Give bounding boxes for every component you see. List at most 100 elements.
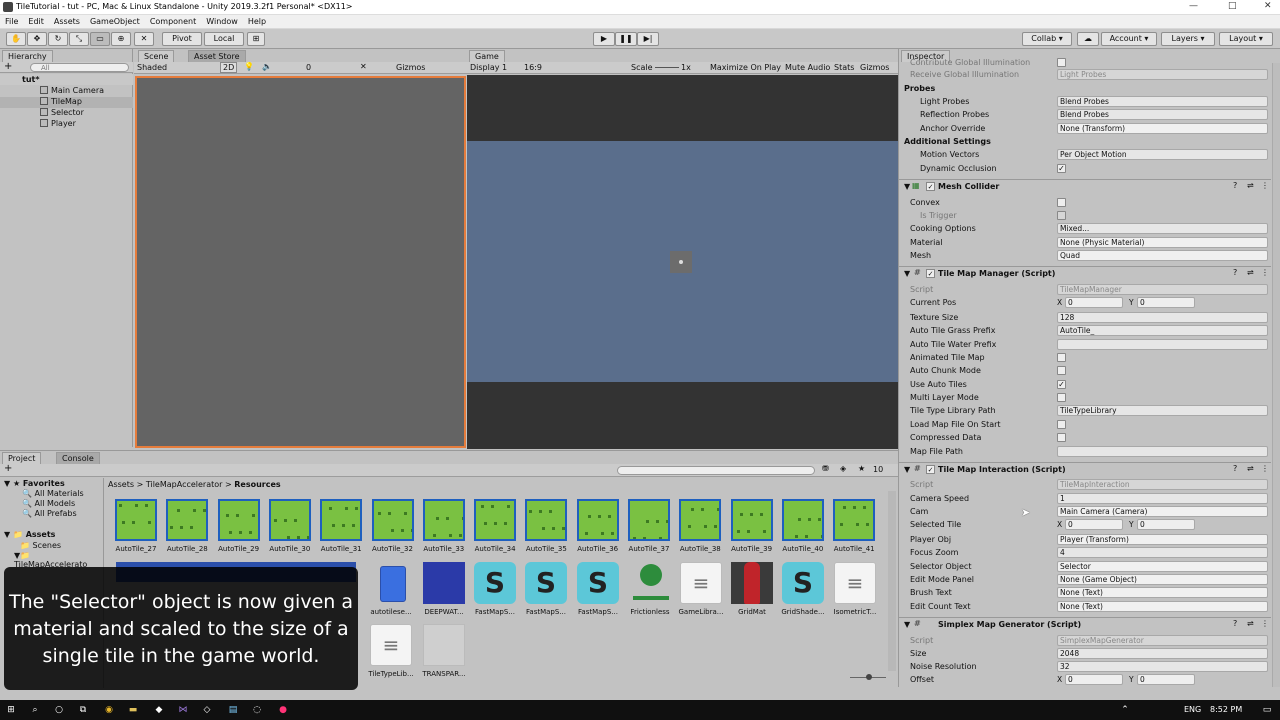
asset-autotile[interactable]: AutoTile_30: [266, 499, 314, 553]
tab-game[interactable]: Game: [469, 50, 505, 62]
asset-fastmaps-3[interactable]: S FastMapS...: [574, 562, 622, 616]
script-field[interactable]: TileMapInteraction: [1057, 479, 1268, 490]
breadcrumb-tilemapaccelerator[interactable]: TileMapAccelerator: [146, 480, 223, 489]
menu-icon[interactable]: ⋮: [1261, 181, 1269, 190]
cooking-options-dropdown[interactable]: Mixed...: [1057, 223, 1268, 234]
hierarchy-item-player[interactable]: Player: [40, 119, 76, 128]
asset-fastmaps-1[interactable]: S FastMapS...: [471, 562, 519, 616]
asset-transparent[interactable]: TRANSPAR...: [420, 624, 468, 678]
anchor-override-field[interactable]: None (Transform): [1057, 123, 1268, 134]
grass-prefix-input[interactable]: AutoTile_: [1057, 325, 1268, 336]
breadcrumb-resources[interactable]: Resources: [234, 480, 280, 489]
2d-toggle[interactable]: 2D: [220, 62, 238, 73]
asset-autotile[interactable]: AutoTile_36: [574, 499, 622, 553]
layout-dropdown[interactable]: Layout ▾: [1219, 32, 1273, 46]
favorite-icon[interactable]: ★: [858, 464, 865, 473]
motion-vectors-dropdown[interactable]: Per Object Motion: [1057, 149, 1268, 160]
rect-tool-icon[interactable]: ▭: [90, 32, 110, 46]
hidden-objects-count[interactable]: 0: [306, 63, 311, 72]
tab-scene[interactable]: Scene: [138, 50, 175, 62]
play-button[interactable]: ▶: [593, 32, 615, 46]
tab-console[interactable]: Console: [56, 452, 100, 464]
fav-all-models[interactable]: 🔍 All Models: [22, 499, 75, 508]
cam-field[interactable]: Main Camera (Camera): [1057, 506, 1268, 517]
hierarchy-item-tilemap[interactable]: TileMap: [0, 97, 133, 108]
hierarchy-item-selector[interactable]: Selector: [40, 108, 84, 117]
preset-icon[interactable]: ⇌: [1247, 464, 1254, 473]
enabled-checkbox[interactable]: ✓: [926, 269, 935, 278]
minimize-button[interactable]: —: [1189, 1, 1198, 11]
account-dropdown[interactable]: Account ▾: [1101, 32, 1157, 46]
preset-icon[interactable]: ⇌: [1247, 181, 1254, 190]
menu-icon[interactable]: ⋮: [1261, 268, 1269, 277]
tile-map-interaction-header[interactable]: ▼ # ✓ Tile Map Interaction (Script) ? ⇌ …: [899, 462, 1271, 477]
map-file-path-input[interactable]: [1057, 446, 1268, 457]
asset-isometric[interactable]: ≡ IsometricT...: [831, 562, 879, 616]
language-indicator[interactable]: ENG: [1184, 705, 1201, 714]
step-button[interactable]: ▶|: [637, 32, 659, 46]
unity-hub-icon[interactable]: ◇: [202, 705, 212, 715]
local-toggle[interactable]: Local: [204, 32, 244, 46]
dynamic-occlusion-checkbox[interactable]: ✓: [1057, 164, 1066, 173]
custom-tool-icon[interactable]: ✕: [134, 32, 154, 46]
current-pos-y-input[interactable]: 0: [1137, 297, 1195, 308]
preset-icon[interactable]: ⇌: [1247, 268, 1254, 277]
pause-button[interactable]: ❚❚: [615, 32, 637, 46]
help-icon[interactable]: ?: [1233, 619, 1237, 628]
recorder-icon[interactable]: ●: [278, 705, 288, 715]
probes-header[interactable]: Probes: [904, 84, 935, 93]
breadcrumb-assets[interactable]: Assets: [108, 480, 134, 489]
filter-label-icon[interactable]: ◈: [840, 464, 846, 473]
project-scrollbar[interactable]: [888, 491, 896, 671]
asset-fastmaps-2[interactable]: S FastMapS...: [522, 562, 570, 616]
reflection-probes-dropdown[interactable]: Blend Probes: [1057, 109, 1268, 120]
light-probes-dropdown[interactable]: Blend Probes: [1057, 96, 1268, 107]
file-explorer-icon[interactable]: ▬: [128, 705, 138, 715]
enabled-checkbox[interactable]: ✓: [926, 465, 935, 474]
asset-autotile[interactable]: AutoTile_37: [625, 499, 673, 553]
menu-component[interactable]: Component: [150, 17, 196, 26]
tile-type-library-path-input[interactable]: TileTypeLibrary: [1057, 405, 1268, 416]
menu-edit[interactable]: Edit: [28, 17, 44, 26]
auto-chunk-mode-checkbox[interactable]: [1057, 366, 1066, 375]
search-icon[interactable]: ⌕: [30, 705, 40, 715]
asset-autotile[interactable]: AutoTile_31: [317, 499, 365, 553]
pivot-toggle[interactable]: Pivot: [162, 32, 202, 46]
layers-dropdown[interactable]: Layers ▾: [1161, 32, 1215, 46]
asset-autotileset[interactable]: autotilese...: [367, 562, 415, 616]
simplex-map-generator-header[interactable]: ▼ # Simplex Map Generator (Script) ? ⇌ ⋮: [899, 617, 1271, 632]
tab-asset-store[interactable]: Asset Store: [188, 50, 246, 62]
collab-button[interactable]: Collab ▾: [1022, 32, 1072, 46]
tools-icon[interactable]: ✕: [360, 62, 367, 71]
script-field[interactable]: SimplexMapGenerator: [1057, 635, 1268, 646]
material-field[interactable]: None (Physic Material): [1057, 237, 1268, 248]
assets-folder[interactable]: ▼ 📁 Assets: [4, 530, 55, 539]
enabled-checkbox[interactable]: ✓: [926, 182, 935, 191]
menu-icon[interactable]: ⋮: [1261, 464, 1269, 473]
asset-autotile[interactable]: AutoTile_27: [112, 499, 160, 553]
maximize-on-play-toggle[interactable]: Maximize On Play: [710, 63, 781, 72]
add-icon[interactable]: +: [4, 463, 12, 474]
use-auto-tiles-checkbox[interactable]: ✓: [1057, 380, 1066, 389]
help-icon[interactable]: ?: [1233, 181, 1237, 190]
menu-help[interactable]: Help: [248, 17, 266, 26]
notifications-icon[interactable]: ▭: [1262, 705, 1272, 715]
offset-y-input[interactable]: 0: [1137, 674, 1195, 685]
mesh-collider-header[interactable]: ▼ ▦ ✓ Mesh Collider ? ⇌ ⋮: [899, 179, 1271, 194]
grid-snap-icon[interactable]: ⊞: [247, 32, 265, 46]
is-trigger-checkbox[interactable]: [1057, 211, 1066, 220]
close-button[interactable]: ✕: [1264, 1, 1272, 11]
current-pos-x-input[interactable]: 0: [1065, 297, 1123, 308]
shading-mode-dropdown[interactable]: Shaded: [137, 63, 167, 72]
menu-file[interactable]: File: [5, 17, 18, 26]
selector-object-field[interactable]: Selector: [1057, 561, 1268, 572]
notepad-icon[interactable]: ▤: [228, 705, 238, 715]
project-search-input[interactable]: [617, 466, 815, 475]
mute-audio-toggle[interactable]: Mute Audio: [785, 63, 830, 72]
slider-handle[interactable]: [866, 674, 872, 680]
gizmos-toggle[interactable]: Gizmos: [860, 63, 889, 72]
asset-autotile[interactable]: AutoTile_39: [728, 499, 776, 553]
gizmos-dropdown[interactable]: Gizmos: [396, 63, 425, 72]
light-icon[interactable]: 💡: [244, 62, 254, 71]
focus-zoom-input[interactable]: 4: [1057, 547, 1268, 558]
